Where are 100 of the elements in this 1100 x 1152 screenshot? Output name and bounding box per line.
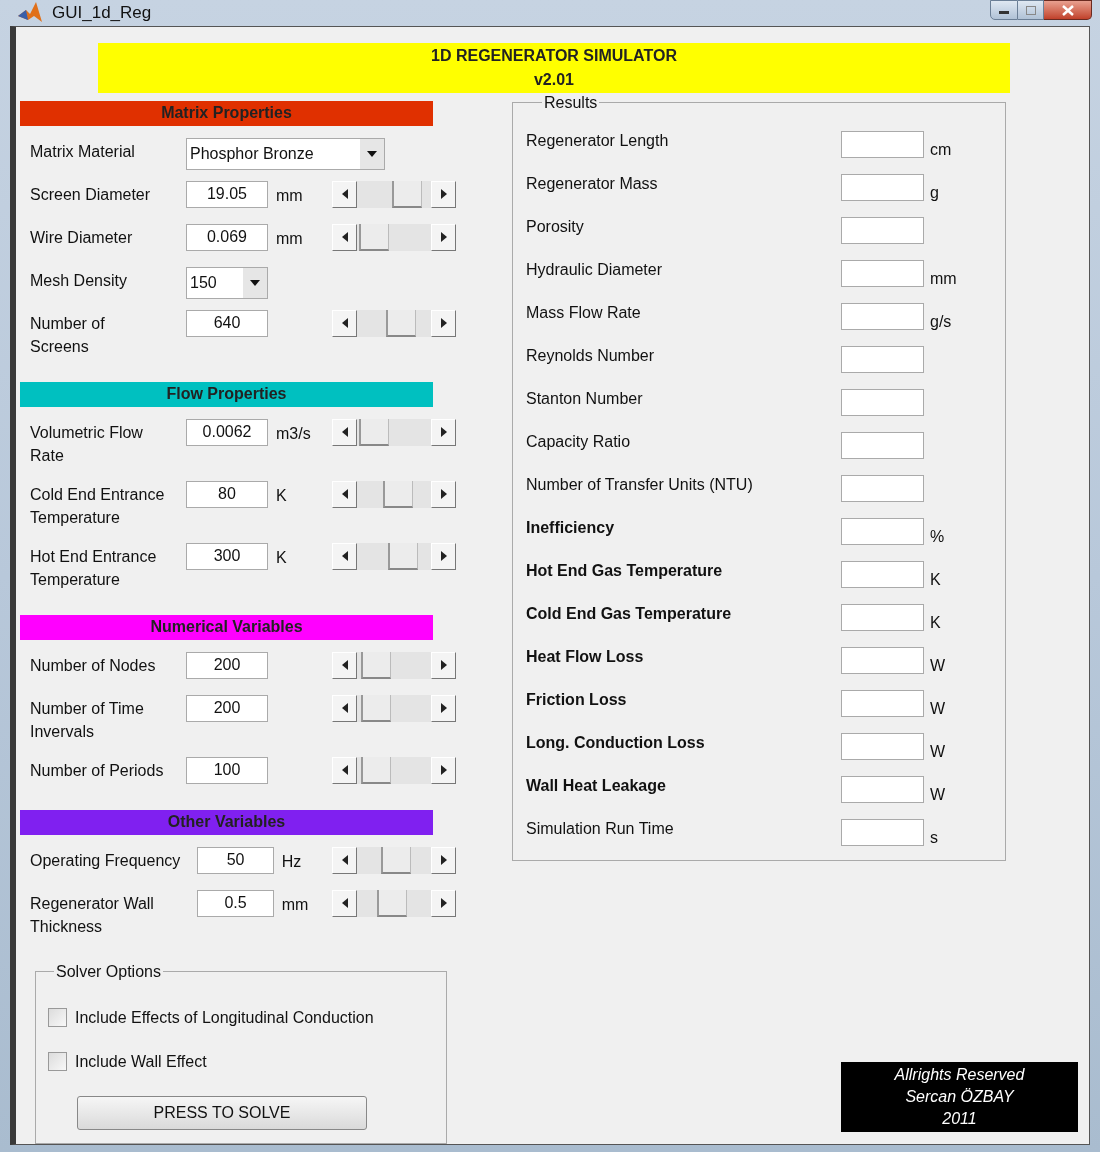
scroll-left-button[interactable] [332, 223, 357, 251]
slider-thumb[interactable] [361, 651, 392, 679]
result-label: Hot End Gas Temperature [526, 560, 724, 581]
left-arrow-icon [341, 855, 348, 865]
value-field[interactable]: 19.05 [186, 180, 268, 208]
scroll-right-button[interactable] [431, 180, 456, 208]
unit-label: Hz [281, 852, 302, 870]
group-title: Results [543, 92, 599, 113]
field-label: Hot End Entrance Temperature [30, 546, 158, 590]
scroll-left-button[interactable] [332, 756, 357, 784]
value-field[interactable]: 0.069 [186, 223, 268, 251]
caret-icon [250, 279, 260, 286]
field-label: Mesh Density [30, 270, 128, 291]
slider-thumb[interactable] [387, 542, 418, 570]
checkbox-label: Include Effects of Longitudinal Conduction [75, 1007, 374, 1028]
unit-label: mm [276, 186, 303, 204]
slider-thumb[interactable] [376, 889, 407, 917]
solve-button[interactable]: PRESS TO SOLVE [77, 1095, 367, 1130]
banner-version: v2.01 [533, 69, 574, 90]
copyright-text: Sercan ÖZBAY [905, 1086, 1014, 1107]
unit-label: cm [930, 139, 952, 160]
scroll-left-button[interactable] [332, 480, 357, 508]
scroll-left-button[interactable] [332, 651, 357, 679]
unit-label: W [930, 655, 946, 676]
result-label: Reynolds Number [526, 345, 656, 366]
field-label: Number of Time Invervals [30, 698, 145, 742]
scroll-right-button[interactable] [431, 846, 456, 874]
value-field[interactable]: 200 [186, 651, 268, 679]
unit-label: W [930, 741, 946, 762]
value-field[interactable]: 300 [186, 542, 268, 570]
scroll-right-button[interactable] [431, 309, 456, 337]
slider-thumb[interactable] [361, 694, 392, 722]
checkbox[interactable] [48, 1052, 67, 1071]
scroll-left-button[interactable] [332, 694, 357, 722]
copyright-text: Allrights Reserved [894, 1064, 1025, 1085]
left-arrow-icon [341, 703, 348, 713]
value-field[interactable]: 50 [197, 846, 274, 874]
right-arrow-icon [440, 765, 447, 775]
scroll-right-button[interactable] [431, 694, 456, 722]
unit-label: % [930, 526, 945, 547]
value-field[interactable]: 200 [186, 694, 268, 722]
right-arrow-icon [440, 551, 447, 561]
result-label: Stanton Number [526, 388, 644, 409]
dropdown-value: 150 [190, 272, 217, 293]
scroll-left-button[interactable] [332, 542, 357, 570]
slider-thumb[interactable] [383, 480, 414, 508]
slider-thumb[interactable] [359, 418, 390, 446]
right-arrow-icon [440, 318, 447, 328]
dropdown[interactable]: Phosphor Bronze [186, 137, 385, 170]
left-arrow-icon [341, 765, 348, 775]
close-icon [1061, 4, 1074, 16]
right-arrow-icon [440, 189, 447, 199]
slider-thumb[interactable] [381, 846, 412, 874]
scroll-left-button[interactable] [332, 180, 357, 208]
scroll-right-button[interactable] [431, 418, 456, 446]
value-field[interactable]: 80 [186, 480, 268, 508]
left-arrow-icon [341, 318, 348, 328]
value-field[interactable]: 0.0062 [186, 418, 268, 446]
dropdown[interactable]: 150 [186, 266, 268, 299]
unit-label: K [930, 612, 941, 633]
result-label: Inefficiency [526, 517, 616, 538]
scroll-right-button[interactable] [431, 223, 456, 251]
caret-icon [367, 150, 377, 157]
scroll-right-button[interactable] [431, 480, 456, 508]
right-arrow-icon [440, 489, 447, 499]
checkbox[interactable] [48, 1008, 67, 1027]
field-label: Number of Nodes [30, 655, 157, 676]
maximize-icon [1025, 5, 1036, 15]
left-arrow-icon [341, 427, 348, 437]
unit-label: mm [276, 229, 303, 247]
unit-label: s [930, 827, 938, 848]
slider-thumb[interactable] [361, 756, 392, 784]
field-label: Cold End Entrance Temperature [30, 484, 166, 528]
scroll-right-button[interactable] [431, 542, 456, 570]
scroll-left-button[interactable] [332, 889, 357, 917]
unit-label: g/s [930, 311, 952, 332]
value-field[interactable]: 0.5 [197, 889, 274, 917]
slider-thumb[interactable] [385, 309, 416, 337]
close-button[interactable] [1044, 0, 1092, 20]
result-label: Wall Heat Leakage [526, 775, 667, 796]
right-arrow-icon [440, 660, 447, 670]
field-label: Wire Diameter [30, 227, 134, 248]
scroll-right-button[interactable] [431, 756, 456, 784]
scroll-right-button[interactable] [431, 889, 456, 917]
scroll-right-button[interactable] [431, 651, 456, 679]
minimize-button[interactable] [990, 0, 1018, 20]
slider-thumb[interactable] [359, 223, 390, 251]
scroll-left-button[interactable] [332, 846, 357, 874]
value-field[interactable]: 640 [186, 309, 268, 337]
dropdown-value: Phosphor Bronze [190, 143, 314, 164]
scroll-left-button[interactable] [332, 309, 357, 337]
field-label: Volumetric Flow Rate [30, 422, 144, 466]
value-field[interactable]: 100 [186, 756, 268, 784]
result-label: Cold End Gas Temperature [526, 603, 733, 624]
unit-label: m3/s [276, 424, 311, 442]
right-arrow-icon [440, 703, 447, 713]
scroll-left-button[interactable] [332, 418, 357, 446]
left-arrow-icon [341, 898, 348, 908]
slider-thumb[interactable] [392, 180, 423, 208]
left-arrow-icon [341, 660, 348, 670]
